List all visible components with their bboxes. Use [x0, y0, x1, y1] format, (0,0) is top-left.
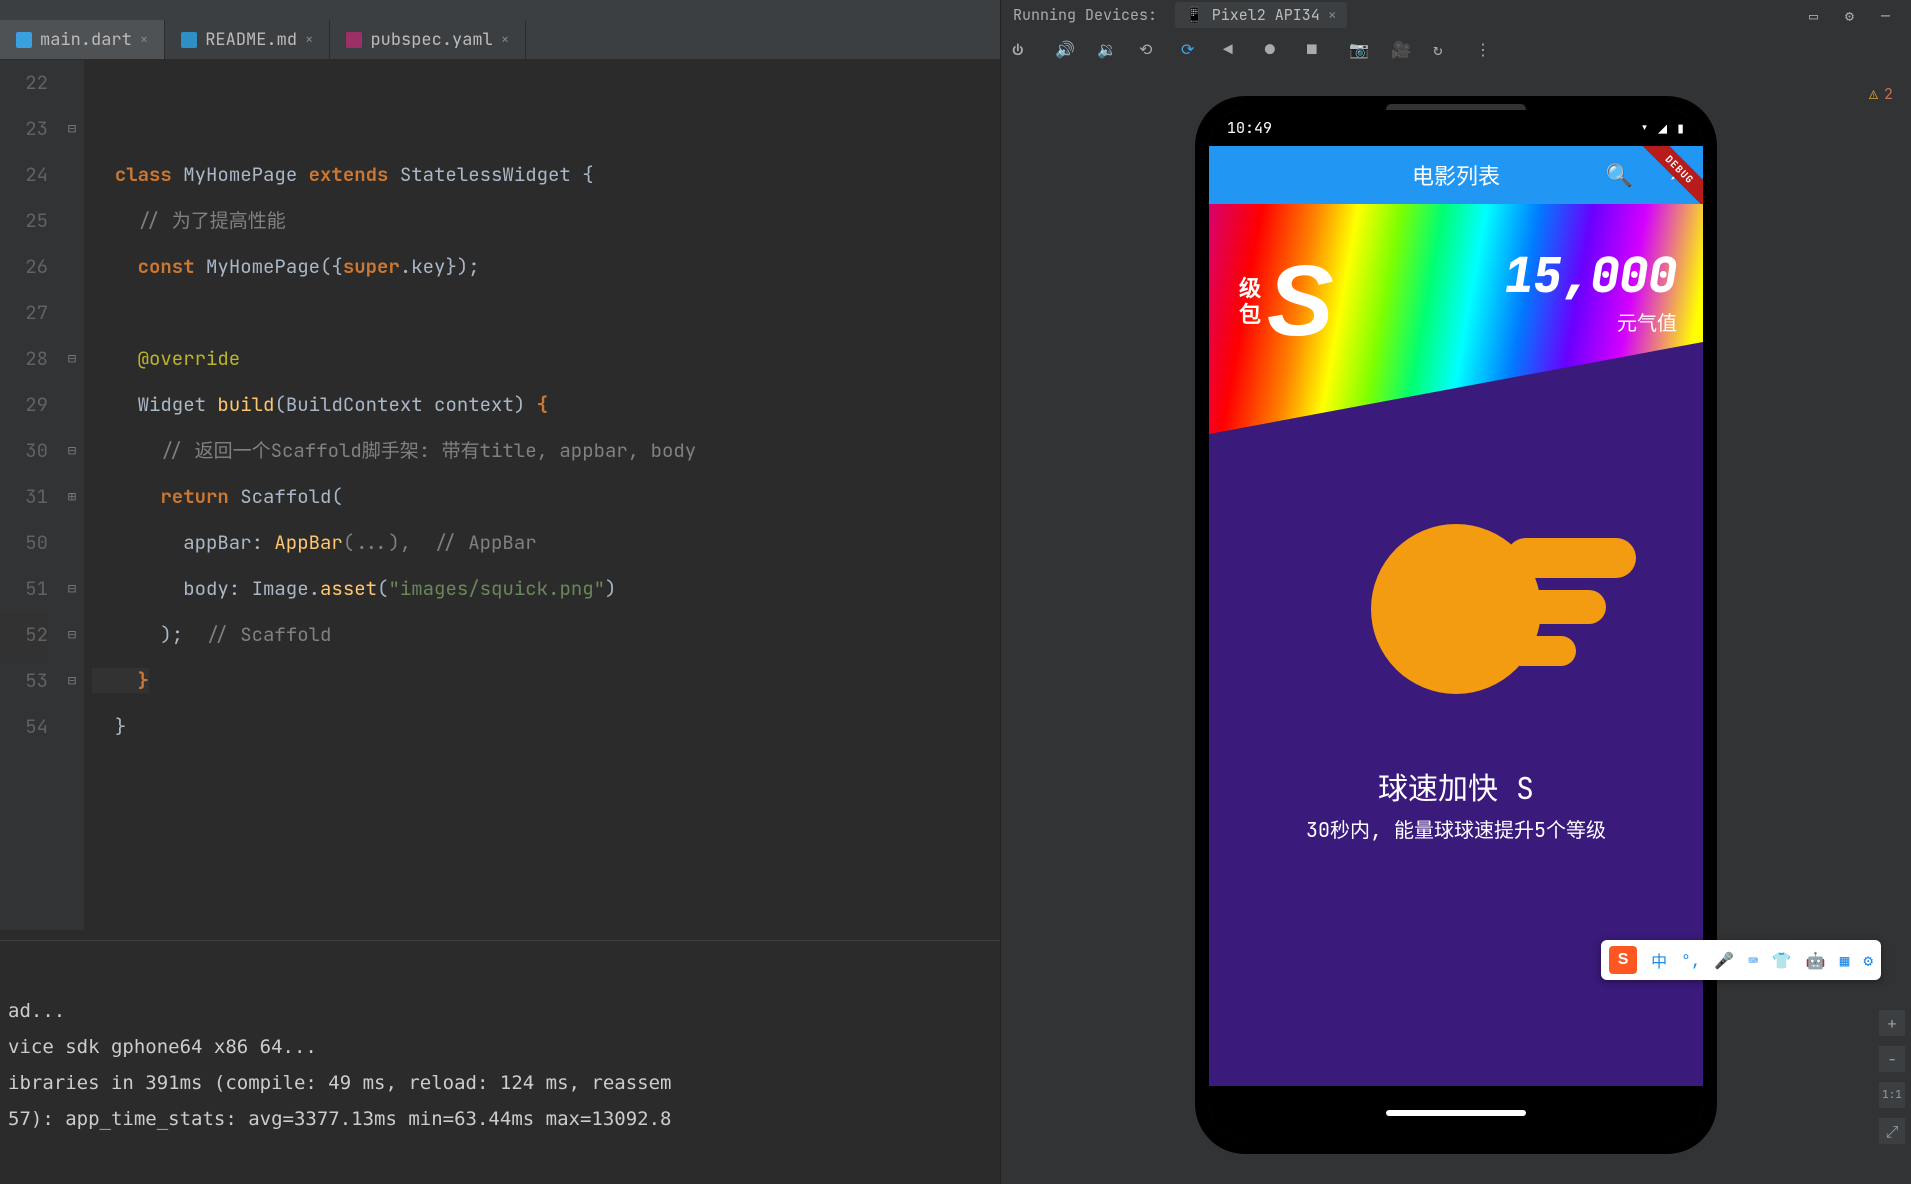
tab-readme-md[interactable]: README.md × — [165, 20, 330, 59]
reload-icon[interactable]: ↻ — [1433, 39, 1451, 57]
stop-icon[interactable]: ■ — [1307, 39, 1325, 57]
fold-gutter[interactable]: ⊟ ⊟ ⊟⊞ ⊟⊟⊟ — [60, 60, 84, 930]
screenshot-icon[interactable]: 📷 — [1349, 39, 1367, 57]
tab-label: pubspec.yaml — [370, 29, 492, 51]
record-icon[interactable]: ● — [1265, 39, 1283, 57]
screen-record-icon[interactable]: 🎥 — [1391, 39, 1409, 57]
zoom-controls: + − 1:1 ⤢ — [1879, 1010, 1905, 1144]
zoom-fit-button[interactable]: ⤢ — [1879, 1118, 1905, 1144]
grade-letter: S — [1267, 244, 1334, 359]
close-icon[interactable]: × — [501, 31, 509, 49]
run-console[interactable]: ad... vice sdk gphone64 x86 64... ibrari… — [0, 940, 1000, 1184]
status-icons: ▾ ◢ ▮ — [1640, 118, 1685, 138]
close-icon[interactable]: × — [140, 31, 148, 49]
tab-pubspec-yaml[interactable]: pubspec.yaml × — [330, 20, 526, 59]
emulator-action-bar: ⏻ 🔊 🔉 ⟲ ⟳ ◀ ● ■ 📷 🎥 ↻ ⋮ — [1001, 30, 1911, 66]
skill-description: 30秒内, 能量球球速提升5个等级 — [1209, 814, 1703, 843]
skin-icon[interactable]: 👕 — [1772, 950, 1792, 971]
running-devices-label: Running Devices: — [1013, 5, 1157, 25]
back-icon[interactable]: ◀ — [1223, 39, 1241, 57]
rotate-left-icon[interactable]: ⟲ — [1139, 39, 1157, 57]
phone-viewport: 10:49 ▾ ◢ ▮ 电影列表 🔍 ➤ 级 包 — [1001, 66, 1911, 1184]
phone-screen[interactable]: 10:49 ▾ ◢ ▮ 电影列表 🔍 ➤ 级 包 — [1209, 110, 1703, 1140]
clock-label: 10:49 — [1227, 118, 1272, 138]
ime-lang-toggle[interactable]: 中 — [1651, 948, 1667, 972]
phone-frame: 10:49 ▾ ◢ ▮ 电影列表 🔍 ➤ 级 包 — [1195, 96, 1717, 1154]
grade-badge: 级 包 S — [1239, 244, 1334, 359]
robot-icon[interactable]: 🤖 — [1806, 950, 1826, 971]
nav-pill[interactable] — [1386, 1110, 1526, 1116]
power-icon[interactable]: ⏻ — [1013, 39, 1031, 57]
flutter-appbar: 电影列表 🔍 ➤ — [1209, 146, 1703, 204]
ime-punct-icon[interactable]: °, — [1681, 950, 1700, 971]
zoom-in-button[interactable]: + — [1879, 1010, 1905, 1036]
grade-cn-top: 级 — [1239, 276, 1261, 302]
running-devices-bar: Running Devices: 📱 Pixel2 API34 × ▭ ⚙ — — [1001, 0, 1911, 30]
code-editor[interactable]: 222324 252627 282930 315051 525354 ⊟ ⊟ ⊟… — [0, 60, 1000, 930]
search-icon[interactable]: 🔍 — [1606, 161, 1633, 190]
markdown-file-icon — [181, 32, 197, 48]
minimize-icon[interactable]: — — [1881, 6, 1899, 24]
close-icon[interactable]: × — [305, 31, 313, 49]
settings-gear-icon[interactable]: ⚙ — [1863, 950, 1873, 971]
keyboard-icon[interactable]: ⌨ — [1748, 950, 1758, 971]
skill-title: 球速加快 S — [1209, 764, 1703, 808]
line-number-gutter: 222324 252627 282930 315051 525354 — [0, 60, 60, 930]
android-nav-bar[interactable] — [1209, 1086, 1703, 1140]
points-value: 15,000 — [1504, 244, 1677, 307]
phone-icon: 📱 — [1185, 5, 1204, 25]
emulator-panel: Running Devices: 📱 Pixel2 API34 × ▭ ⚙ — … — [1000, 0, 1911, 1184]
grade-cn-bot: 包 — [1239, 302, 1261, 328]
running-device-name: Pixel2 API34 — [1212, 5, 1320, 25]
gear-icon[interactable]: ⚙ — [1845, 6, 1863, 24]
points-unit: 元气值 — [1504, 307, 1677, 336]
sogou-logo-icon[interactable]: S — [1609, 946, 1637, 974]
dart-file-icon — [16, 32, 32, 48]
yaml-file-icon — [346, 32, 362, 48]
code-content[interactable]: class MyHomePage extends StatelessWidget… — [84, 60, 1000, 930]
zoom-out-button[interactable]: − — [1879, 1046, 1905, 1072]
grid-icon[interactable]: ▦ — [1840, 950, 1850, 971]
volume-up-icon[interactable]: 🔊 — [1055, 39, 1073, 57]
tab-main-dart[interactable]: main.dart × — [0, 20, 165, 59]
appbar-title: 电影列表 — [1412, 159, 1500, 191]
speedball-icon — [1371, 524, 1541, 694]
tab-label: main.dart — [40, 29, 132, 51]
ime-toolbar[interactable]: S 中 °, 🎤 ⌨ 👕 🤖 ▦ ⚙ — [1601, 940, 1881, 980]
microphone-icon[interactable]: 🎤 — [1714, 950, 1734, 971]
tab-label: README.md — [205, 29, 297, 51]
close-icon[interactable]: × — [1328, 5, 1337, 25]
zoom-actual-button[interactable]: 1:1 — [1879, 1082, 1905, 1108]
window-icon[interactable]: ▭ — [1809, 6, 1827, 24]
volume-down-icon[interactable]: 🔉 — [1097, 39, 1115, 57]
points-display: 15,000 元气值 — [1504, 244, 1677, 336]
rotate-right-icon[interactable]: ⟳ — [1181, 39, 1199, 57]
editor-tab-bar: main.dart × README.md × pubspec.yaml × — [0, 20, 1000, 60]
android-status-bar: 10:49 ▾ ◢ ▮ — [1209, 110, 1703, 146]
running-device-tab[interactable]: 📱 Pixel2 API34 × — [1175, 2, 1347, 28]
more-icon[interactable]: ⋮ — [1475, 39, 1493, 57]
